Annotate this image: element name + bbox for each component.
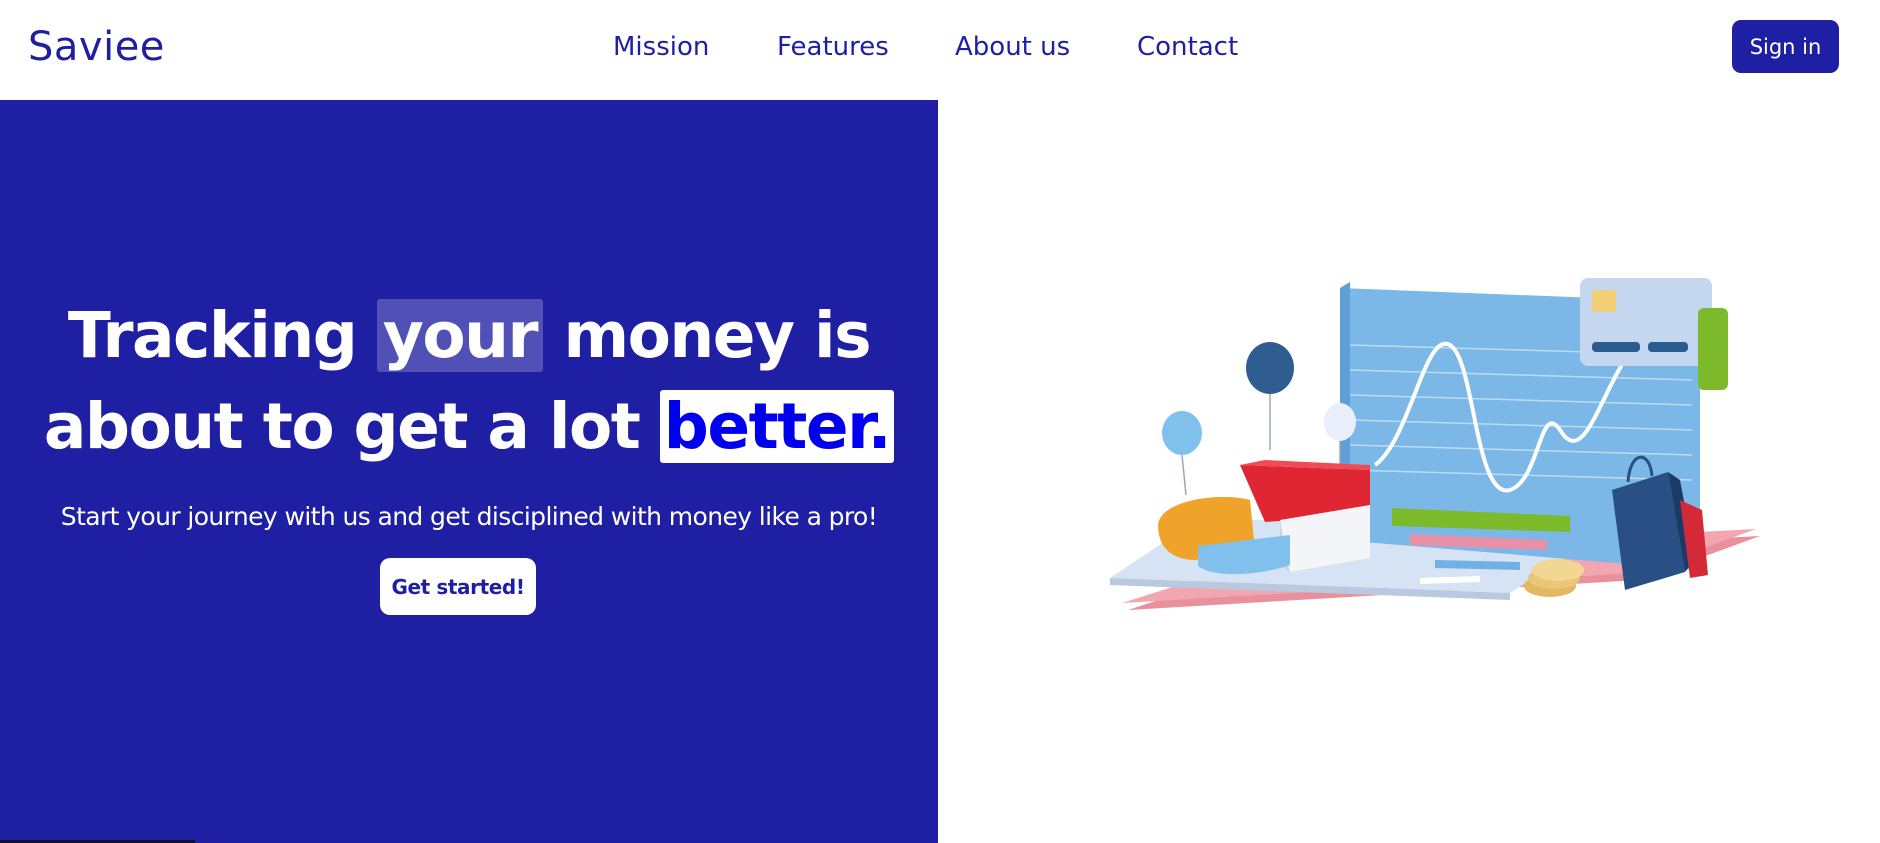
nav-features[interactable]: Features <box>777 32 889 62</box>
landing-page: Saviee Mission Features About us Contact… <box>0 0 1880 843</box>
balloon-shape <box>1324 403 1356 441</box>
finance-dashboard-illustration <box>1110 278 1760 610</box>
hero-panel: Tracking your money is about to get a lo… <box>0 100 938 843</box>
nav-mission[interactable]: Mission <box>613 32 709 62</box>
headline-text: about to get a lot <box>43 390 660 463</box>
site-header: Saviee Mission Features About us Contact… <box>0 0 1880 100</box>
headline-text: money is <box>543 299 871 372</box>
headline-line-1: Tracking your money is <box>0 290 938 381</box>
sign-in-button[interactable]: Sign in <box>1732 20 1839 73</box>
balloon-shape <box>1246 342 1294 394</box>
main-nav: Mission Features About us Contact <box>0 32 1880 72</box>
headline-highlight-your: your <box>376 299 544 372</box>
headline-line-2: about to get a lot better. <box>0 381 938 472</box>
nav-about-us[interactable]: About us <box>955 32 1070 62</box>
get-started-button[interactable]: Get started! <box>380 558 536 615</box>
hero-headline: Tracking your money is about to get a lo… <box>0 290 938 472</box>
balloon-shape <box>1162 411 1202 455</box>
hero-subtitle: Start your journey with us and get disci… <box>60 502 878 531</box>
headline-text: Tracking <box>67 299 377 372</box>
nav-contact[interactable]: Contact <box>1137 32 1238 62</box>
headline-highlight-better: better. <box>659 390 895 463</box>
